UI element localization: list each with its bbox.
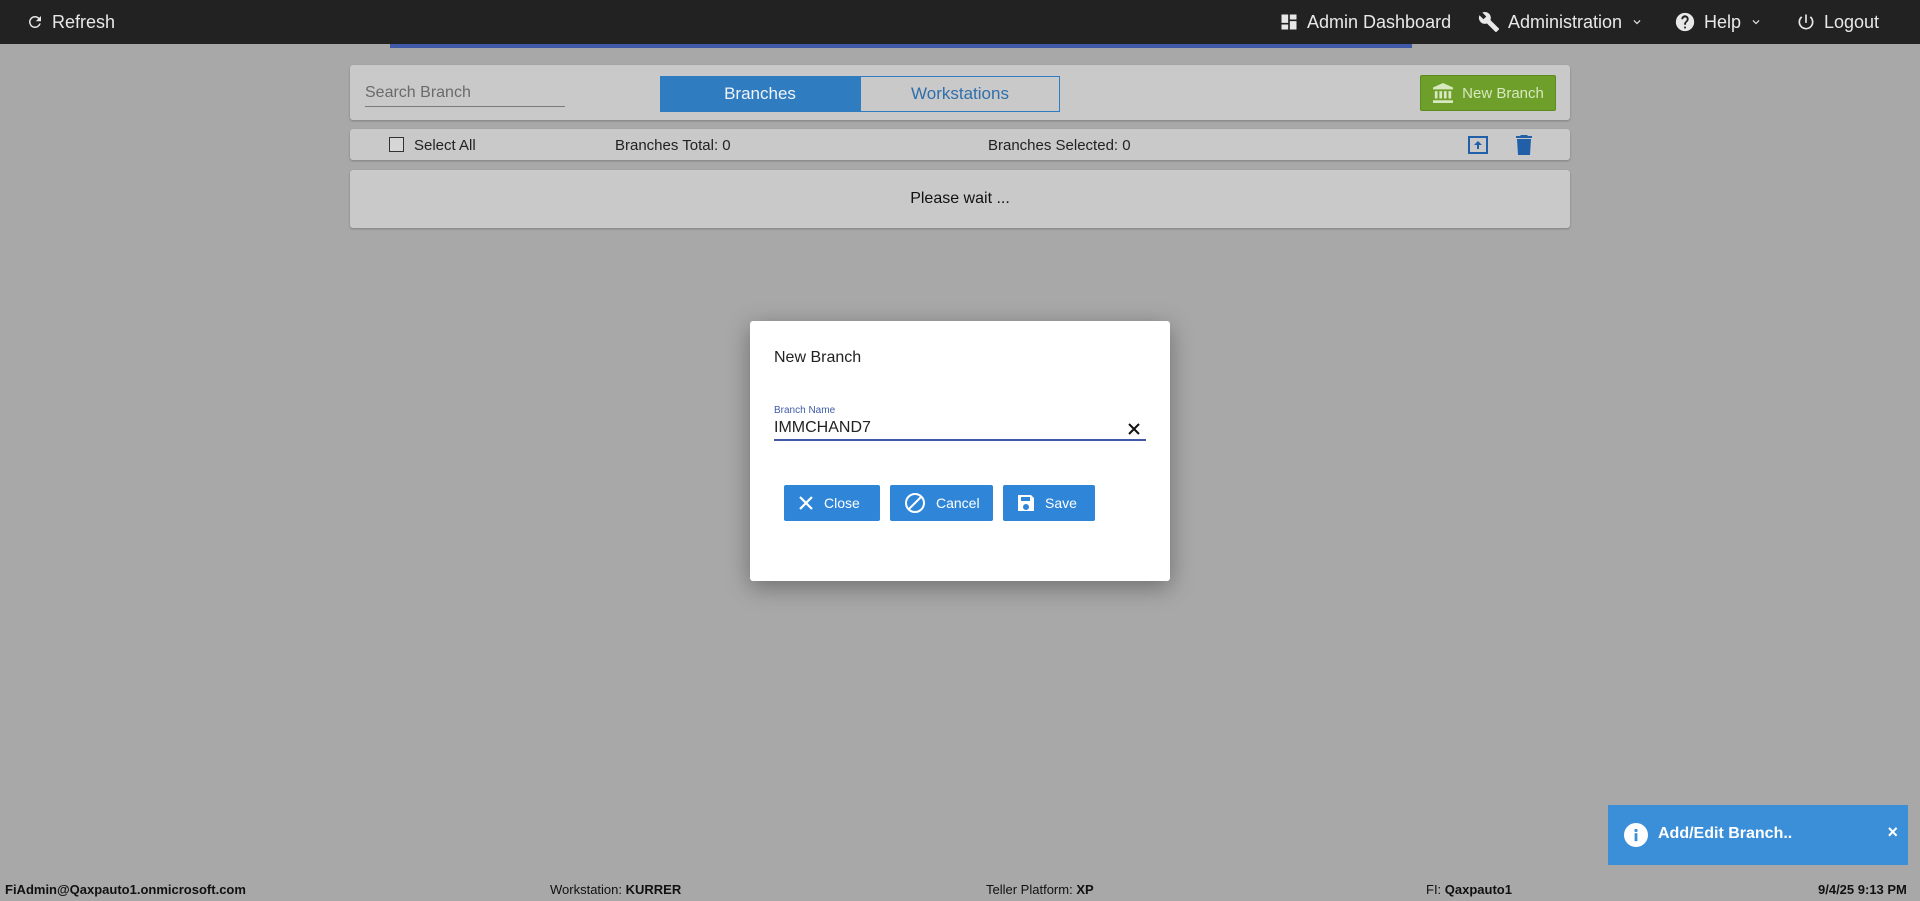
trash-icon	[1516, 135, 1532, 155]
fi-info: FI: Qaxpauto1	[1426, 882, 1512, 897]
refresh-button[interactable]: Refresh	[26, 0, 115, 44]
select-all-label: Select All	[414, 137, 476, 154]
refresh-icon	[29, 15, 41, 28]
branch-toolbar: Branches Workstations New Branch	[350, 65, 1570, 120]
current-user: FiAdmin@Qaxpauto1.onmicrosoft.com	[5, 882, 246, 897]
workstation-info: Workstation: KURRER	[550, 882, 682, 897]
datetime: 9/4/25 9:13 PM	[1818, 882, 1907, 897]
close-button[interactable]: Close	[784, 485, 880, 521]
admin-dashboard-label: Admin Dashboard	[1307, 11, 1452, 32]
floppy-disk-icon	[1018, 495, 1034, 511]
close-icon	[799, 496, 813, 510]
cancel-button[interactable]: Cancel	[890, 485, 993, 521]
refresh-label: Refresh	[52, 11, 116, 32]
clear-field-button[interactable]	[1126, 421, 1142, 437]
bank-icon	[1433, 83, 1454, 103]
close-label: Close	[824, 495, 860, 511]
help-icon	[1675, 12, 1695, 32]
chevron-down-icon	[1752, 20, 1760, 25]
new-branch-dialog: New Branch Branch Name Close Cancel Save	[750, 321, 1170, 581]
loading-text: Please wait ...	[910, 190, 1010, 207]
search-branch-input[interactable]	[365, 79, 565, 107]
status-bar: FiAdmin@Qaxpauto1.onmicrosoft.com Workst…	[0, 875, 1920, 901]
info-icon	[1624, 823, 1648, 847]
help-menu[interactable]: Help	[1674, 0, 1763, 44]
toast-close-button[interactable]: ×	[1887, 822, 1898, 843]
top-navigation-bar: Refresh Admin Dashboard Administration H…	[0, 0, 1920, 44]
admin-dashboard-link[interactable]: Admin Dashboard	[1279, 0, 1451, 44]
dialog-title: New Branch	[774, 349, 862, 366]
branch-name-input[interactable]	[774, 417, 1146, 441]
toast-message: Add/Edit Branch..	[1658, 825, 1793, 842]
teller-platform-info: Teller Platform: XP	[986, 882, 1094, 897]
tab-branches[interactable]: Branches	[660, 76, 860, 112]
branch-list: Please wait ...	[350, 170, 1570, 228]
power-icon	[1798, 14, 1814, 30]
administration-menu[interactable]: Administration	[1478, 0, 1644, 44]
wrench-icon	[1478, 12, 1500, 33]
select-all-checkbox[interactable]	[389, 137, 404, 152]
logout-label: Logout	[1824, 11, 1880, 32]
ban-icon	[905, 493, 925, 513]
upload-button[interactable]	[1467, 134, 1489, 156]
logout-button[interactable]: Logout	[1796, 0, 1879, 44]
chevron-down-icon	[1633, 20, 1641, 25]
save-button[interactable]: Save	[1003, 485, 1095, 521]
save-label: Save	[1045, 495, 1077, 511]
branch-name-label: Branch Name	[774, 405, 836, 416]
new-branch-label: New Branch	[1462, 84, 1544, 102]
header-accent-line	[390, 44, 1412, 48]
help-label: Help	[1704, 11, 1742, 32]
administration-label: Administration	[1508, 11, 1623, 32]
tab-workstations[interactable]: Workstations	[860, 76, 1060, 112]
cancel-label: Cancel	[936, 495, 980, 511]
selection-bar: Select All Branches Total: 0 Branches Se…	[350, 129, 1570, 160]
notification-toast: Add/Edit Branch.. ×	[1608, 805, 1908, 865]
close-icon	[1128, 423, 1140, 435]
branches-selected-text: Branches Selected: 0	[988, 137, 1131, 154]
new-branch-button[interactable]: New Branch	[1420, 75, 1556, 111]
delete-button[interactable]	[1513, 134, 1535, 156]
upload-icon	[1468, 136, 1488, 154]
branches-total-text: Branches Total: 0	[615, 137, 731, 154]
dashboard-icon	[1281, 14, 1297, 30]
